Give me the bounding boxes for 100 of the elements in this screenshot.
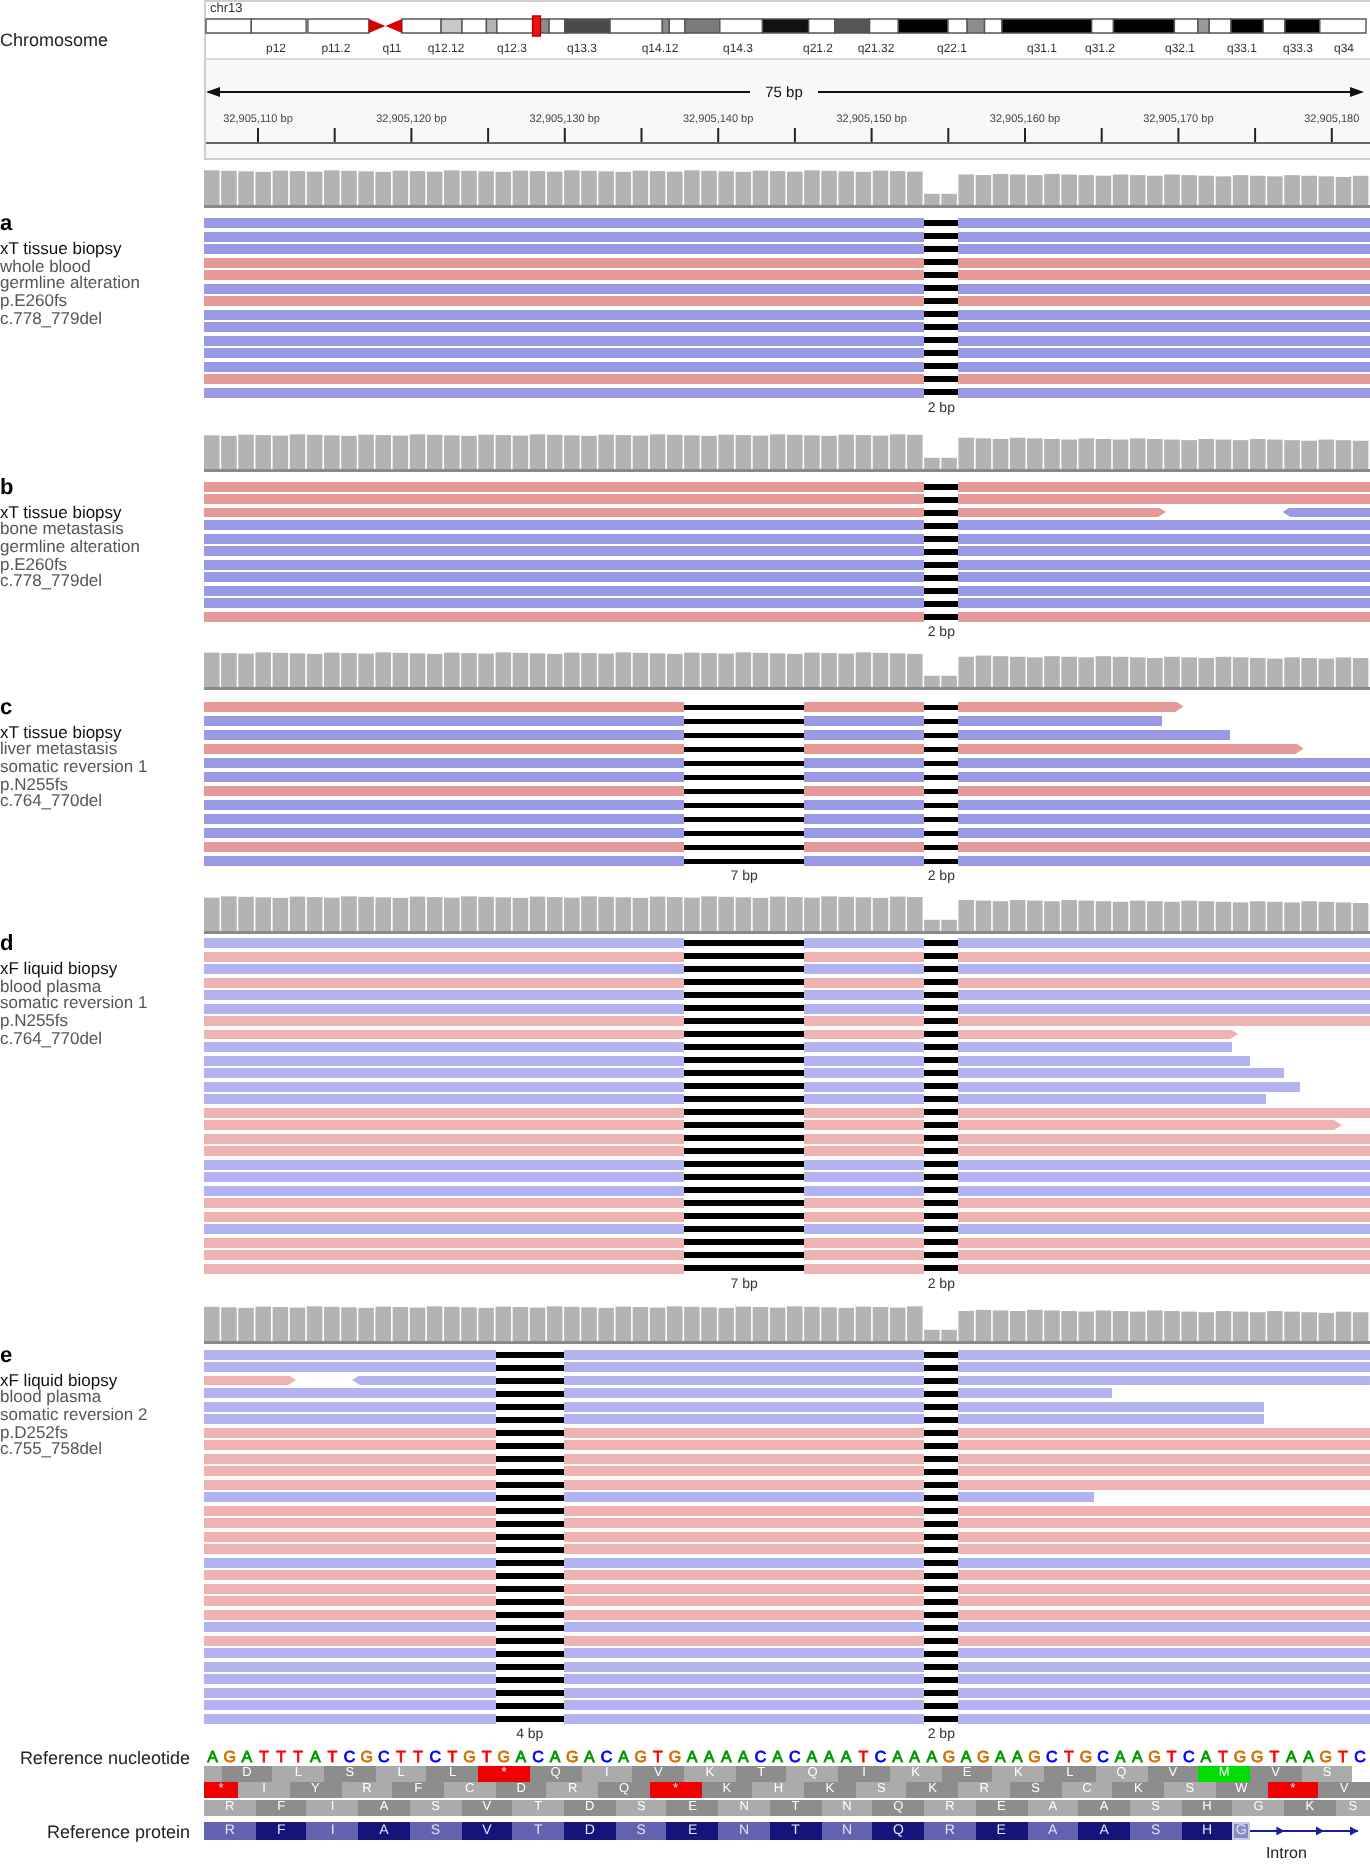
nucleotide-base: G (940, 1748, 958, 1766)
nucleotide-base: C (1180, 1748, 1197, 1766)
sample-detail-label: germline alteration (0, 537, 140, 556)
nucleotide-base: C (530, 1748, 546, 1766)
nucleotide-base: A (513, 1748, 529, 1766)
sample-detail-label: c.755_758del (0, 1440, 103, 1459)
panel-letter: d (0, 934, 14, 956)
nucleotide-base: T (1335, 1748, 1350, 1766)
nucleotide-base: G (1077, 1748, 1095, 1766)
nucleotide-base: T (1267, 1748, 1282, 1766)
nucleotide-base: C (341, 1748, 358, 1766)
nucleotide-base: G (563, 1748, 581, 1766)
sample-detail-label: c.778_779del (0, 572, 103, 591)
intron-arrow (1248, 1825, 1359, 1835)
panel-letter: b (0, 477, 14, 499)
nucleotide-base: A (1198, 1748, 1214, 1766)
nucleotide-base: C (598, 1748, 615, 1766)
nucleotide-base: T (291, 1748, 306, 1766)
sample-detail-label: somatic reversion 2 (0, 1405, 148, 1424)
nucleotide-base: C (752, 1748, 769, 1766)
nucleotide-base: T (325, 1748, 340, 1766)
intron-label: Intron (1265, 1843, 1307, 1863)
nucleotide-base: G (974, 1748, 992, 1766)
nucleotide-base: T (445, 1748, 460, 1766)
nucleotide-base: A (1112, 1748, 1128, 1766)
nucleotide-base: A (821, 1748, 837, 1766)
nucleotide-base: A (890, 1748, 905, 1766)
nucleotide-base: C (1352, 1748, 1368, 1766)
sample-detail-label: p.E260fs (0, 292, 68, 310)
nucleotide-base: G (358, 1748, 375, 1766)
nucleotide-base: C (427, 1748, 443, 1766)
nucleotide-base: T (1061, 1748, 1076, 1766)
nucleotide-base: A (684, 1748, 700, 1766)
nucleotide-base: T (1164, 1748, 1179, 1766)
sample-detail-label: c.778_779del (0, 309, 103, 328)
nucleotide-base: A (770, 1748, 786, 1766)
nucleotide-base: A (701, 1748, 717, 1766)
nucleotide-base: A (924, 1748, 940, 1766)
panel-letter: e (0, 1345, 13, 1367)
sample-detail-label: p.D252fs (0, 1423, 69, 1441)
track-label: Chromosome (0, 28, 111, 50)
sample-detail-label: germline alteration (0, 274, 140, 293)
nucleotide-base: T (257, 1748, 271, 1766)
nucleotide-base: G (1317, 1748, 1334, 1766)
sample-detail-label: p.N255fs (0, 775, 69, 793)
sample-type-label: xT tissue biopsy (0, 240, 122, 258)
nucleotide-base: T (274, 1748, 288, 1766)
sample-detail-label: c.764_770del (0, 792, 103, 811)
sample-detail-label: liver metastasis (0, 740, 118, 758)
nucleotide-base: A (616, 1748, 631, 1766)
sample-detail-label: whole blood (0, 257, 91, 275)
nucleotide-base: A (307, 1748, 323, 1766)
nucleotide-base: A (718, 1748, 734, 1766)
nucleotide-base: A (907, 1748, 923, 1766)
region-marker-icon (531, 15, 542, 37)
sample-type-label: xT tissue biopsy (0, 723, 122, 741)
sample-type-label: xT tissue biopsy (0, 503, 122, 521)
nucleotide-base: G (1146, 1748, 1163, 1766)
nucleotide-base: A (1129, 1748, 1145, 1766)
nucleotide-base: T (394, 1748, 408, 1766)
track-label: Reference protein (44, 1821, 192, 1841)
sample-detail-label: c.764_770del (0, 1029, 103, 1048)
nucleotide-base: A (1301, 1748, 1316, 1766)
sample-detail-label: bone metastasis (0, 520, 124, 538)
nucleotide-base: A (581, 1748, 597, 1766)
nucleotide-base: A (736, 1748, 751, 1766)
nucleotide-base: T (411, 1748, 425, 1766)
sample-detail-label: blood plasma (0, 1388, 102, 1406)
nucleotide-base: A (205, 1748, 220, 1766)
nucleotide-base: A (838, 1748, 854, 1766)
nucleotide-base: G (495, 1748, 512, 1766)
sample-type-label: xF liquid biopsy (0, 960, 118, 978)
nucleotide-base: G (632, 1748, 649, 1766)
nucleotide-base: A (1284, 1748, 1299, 1766)
nucleotide-base: C (787, 1748, 803, 1766)
nucleotide-base: T (479, 1748, 494, 1766)
nucleotide-base: A (992, 1748, 1008, 1766)
nucleotide-base: C (872, 1748, 889, 1766)
sample-type-label: xF liquid biopsy (0, 1371, 118, 1389)
nucleotide-base: T (856, 1748, 871, 1766)
panel-letter: c (0, 697, 13, 719)
sample-detail-label: blood plasma (0, 977, 102, 995)
track-label: Reference nucleotide (17, 1747, 192, 1767)
nucleotide-base: C (1095, 1748, 1111, 1766)
nucleotide-base: T (650, 1748, 665, 1766)
sample-detail-label: p.E260fs (0, 555, 68, 573)
nucleotide-base: G (461, 1748, 478, 1766)
nucleotide-base: G (1231, 1748, 1249, 1766)
nucleotide-base: A (804, 1748, 820, 1766)
nucleotide-base: A (1010, 1748, 1025, 1766)
panel-letter: a (0, 214, 13, 236)
nucleotide-base: T (1216, 1748, 1230, 1766)
sample-detail-label: somatic reversion 1 (0, 757, 148, 776)
partial-codon-tile (204, 1765, 222, 1781)
sample-detail-label: p.N255fs (0, 1012, 69, 1030)
deletion-gap (924, 481, 959, 621)
nucleotide-base: G (1026, 1748, 1043, 1766)
nucleotide-base: G (1248, 1748, 1266, 1766)
nucleotide-base: A (239, 1748, 255, 1766)
nucleotide-base: A (547, 1748, 563, 1766)
